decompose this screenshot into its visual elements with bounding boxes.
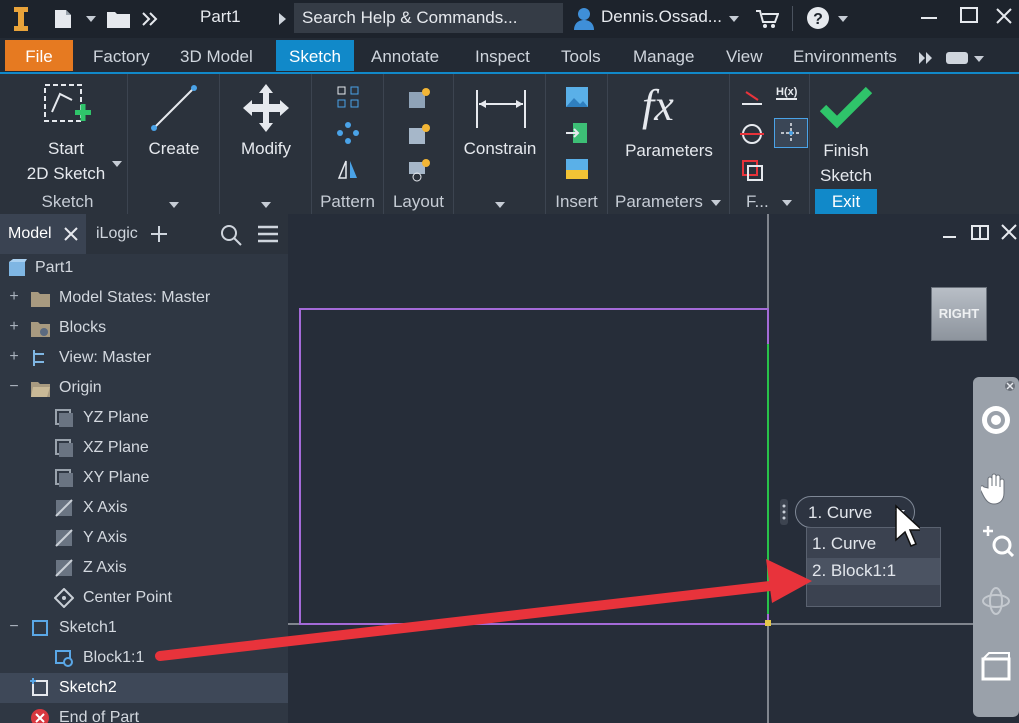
- annotation-arrow: [155, 559, 812, 661]
